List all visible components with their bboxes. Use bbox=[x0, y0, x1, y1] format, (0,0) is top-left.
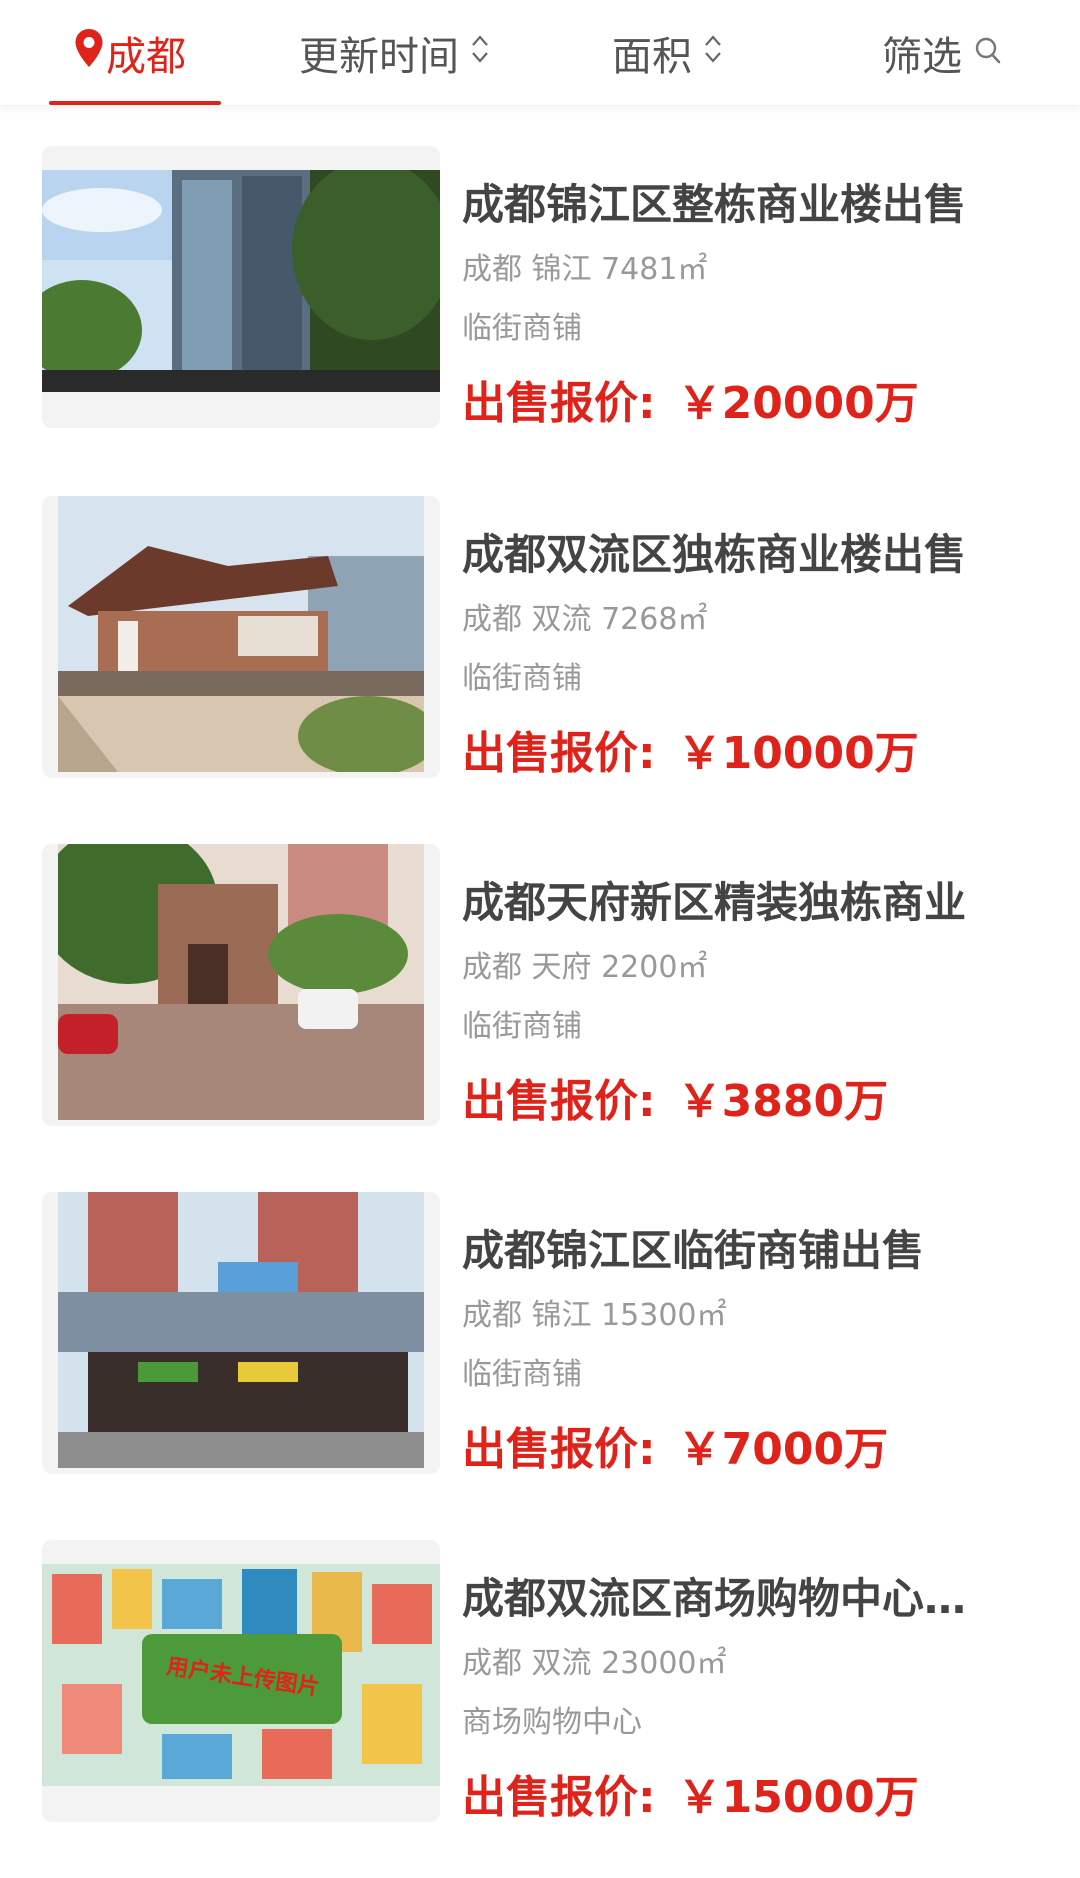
listing-card[interactable]: 成都锦江区整栋商业楼出售 成都 锦江 7481㎡ 临街商铺 出售报价: ￥2000… bbox=[0, 106, 1080, 429]
price-label: 出售报价: bbox=[462, 378, 656, 429]
listing-thumbnail: 用户未上传图片 bbox=[42, 1540, 440, 1822]
tab-filter[interactable]: 筛选 bbox=[882, 0, 1002, 106]
tab-area[interactable]: 面积 bbox=[612, 0, 722, 106]
listing-price: 出售报价: ￥15000万 bbox=[462, 1766, 1002, 1830]
listing-info: 成都天府新区精装独栋商业 成都 天府 2200㎡ 临街商铺 出售报价: ￥3880… bbox=[462, 844, 1002, 1134]
listing-price: 出售报价: ￥10000万 bbox=[462, 722, 1002, 786]
active-tab-indicator bbox=[49, 101, 221, 105]
listing-info: 成都双流区独栋商业楼出售 成都 双流 7268㎡ 临街商铺 出售报价: ￥1000… bbox=[462, 496, 1002, 786]
listing-title: 成都天府新区精装独栋商业 bbox=[462, 878, 967, 927]
price-label: 出售报价: bbox=[462, 1424, 656, 1475]
listing-card[interactable]: 成都锦江区临街商铺出售 成都 锦江 15300㎡ 临街商铺 出售报价: ￥7000… bbox=[0, 1152, 1080, 1475]
listing-card[interactable]: 成都双流区独栋商业楼出售 成都 双流 7268㎡ 临街商铺 出售报价: ￥1000… bbox=[0, 456, 1080, 779]
price-label: 出售报价: bbox=[462, 1772, 656, 1823]
tab-area-label: 面积 bbox=[612, 34, 692, 80]
tab-update-time-label: 更新时间 bbox=[299, 34, 459, 80]
price-value: ￥7000万 bbox=[677, 1424, 889, 1475]
search-icon bbox=[974, 30, 1002, 76]
listing-card[interactable]: 用户未上传图片 成都双流区商场购物中心出售 成都 双流 23000㎡ 商场购物中… bbox=[0, 1500, 1080, 1823]
listing-info: 成都双流区商场购物中心出售 成都 双流 23000㎡ 商场购物中心 出售报价: ￥… bbox=[462, 1540, 1002, 1830]
listing-type: 商场购物中心 bbox=[462, 1705, 642, 1740]
price-value: ￥3880万 bbox=[677, 1076, 889, 1127]
listing-thumbnail bbox=[42, 496, 440, 778]
storefront-highrise-photo bbox=[58, 1192, 424, 1468]
tab-filter-label: 筛选 bbox=[882, 34, 962, 80]
location-pin-icon bbox=[74, 28, 104, 78]
placeholder-town-illustration: 用户未上传图片 bbox=[42, 1564, 440, 1786]
listing-title: 成都锦江区临街商铺出售 bbox=[462, 1226, 925, 1275]
villa-street-photo bbox=[58, 844, 424, 1120]
listing-thumbnail bbox=[42, 1192, 440, 1474]
listing-price: 出售报价: ￥20000万 bbox=[462, 372, 1002, 436]
listing-meta: 成都 天府 2200㎡ bbox=[462, 950, 708, 985]
price-value: ￥10000万 bbox=[677, 728, 919, 779]
tab-city[interactable]: 成都 bbox=[74, 0, 186, 106]
listing-card[interactable]: 成都天府新区精装独栋商业 成都 天府 2200㎡ 临街商铺 出售报价: ￥3880… bbox=[0, 804, 1080, 1127]
listing-type: 临街商铺 bbox=[462, 1009, 582, 1044]
listing-title: 成都双流区独栋商业楼出售 bbox=[462, 530, 967, 579]
pavilion-building-photo bbox=[58, 496, 424, 772]
listing-title: 成都锦江区整栋商业楼出售 bbox=[462, 180, 967, 229]
tab-city-label: 成都 bbox=[106, 34, 186, 80]
sort-icon bbox=[704, 30, 722, 76]
listing-price: 出售报价: ￥7000万 bbox=[462, 1418, 1002, 1482]
listing-meta: 成都 锦江 15300㎡ bbox=[462, 1298, 727, 1333]
price-value: ￥15000万 bbox=[677, 1772, 919, 1823]
listing-type: 临街商铺 bbox=[462, 311, 582, 346]
listing-title: 成都双流区商场购物中心出售 bbox=[462, 1574, 1002, 1623]
listing-meta: 成都 双流 23000㎡ bbox=[462, 1646, 727, 1681]
listing-type: 临街商铺 bbox=[462, 1357, 582, 1392]
price-value: ￥20000万 bbox=[677, 378, 919, 429]
filter-bar: 成都 更新时间 面积 筛选 bbox=[0, 0, 1080, 106]
listing-thumbnail bbox=[42, 844, 440, 1126]
listing-price: 出售报价: ￥3880万 bbox=[462, 1070, 1002, 1134]
listing-type: 临街商铺 bbox=[462, 661, 582, 696]
price-label: 出售报价: bbox=[462, 728, 656, 779]
listing-thumbnail bbox=[42, 146, 440, 428]
price-label: 出售报价: bbox=[462, 1076, 656, 1127]
listing-meta: 成都 双流 7268㎡ bbox=[462, 602, 708, 637]
listing-meta: 成都 锦江 7481㎡ bbox=[462, 252, 708, 287]
sort-icon bbox=[471, 30, 489, 76]
listing-info: 成都锦江区整栋商业楼出售 成都 锦江 7481㎡ 临街商铺 出售报价: ￥2000… bbox=[462, 146, 1002, 436]
listing-info: 成都锦江区临街商铺出售 成都 锦江 15300㎡ 临街商铺 出售报价: ￥7000… bbox=[462, 1192, 1002, 1482]
tab-update-time[interactable]: 更新时间 bbox=[299, 0, 489, 106]
office-tower-photo bbox=[42, 170, 440, 392]
